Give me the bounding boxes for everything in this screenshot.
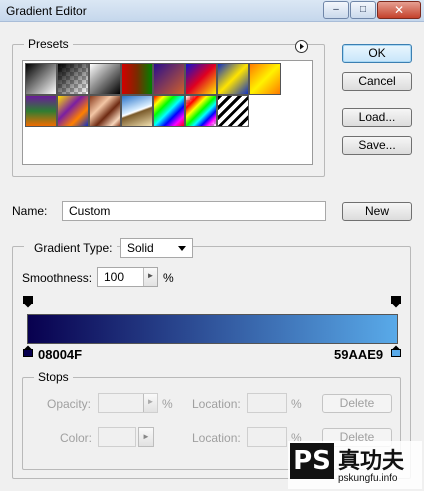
opacity-stop-right[interactable] [391,296,401,308]
chevron-down-icon [178,246,186,251]
watermark: PS 真功夫 pskungfu.info [288,441,422,489]
name-input[interactable]: Custom [62,201,326,221]
play-right-icon: ► [142,432,150,441]
ok-button[interactable]: OK [342,44,412,63]
preset-swatch-black-transparent[interactable] [57,63,89,95]
window-title: Gradient Editor [6,4,87,18]
preset-swatch-yellow-violet-orange-blue[interactable] [57,95,89,127]
maximize-icon: □ [359,4,367,15]
preset-swatch-violet-orange[interactable] [153,63,185,95]
preset-swatch-copper[interactable] [89,95,121,127]
minimize-icon: – [333,4,339,15]
location-label-color: Location: [192,431,241,445]
opacity-stop-left[interactable] [23,296,33,308]
close-icon: ✕ [393,3,405,17]
gradient-type-value: Solid [127,241,154,255]
preset-swatch-black-white[interactable] [25,63,57,95]
circle-arrow-right-icon [300,43,304,50]
watermark-logo-text: PS [293,446,331,476]
right-color-hex: 59AAE9 [334,347,384,362]
color-swatch-field[interactable] [98,427,136,447]
color-stop-left[interactable] [23,345,33,357]
preset-swatch-red-green[interactable] [121,63,153,95]
preset-swatch-white-black[interactable] [89,63,121,95]
left-color-hex: 08004F [38,347,83,362]
title-bar[interactable]: Gradient Editor – □ ✕ [0,0,424,22]
smoothness-value: 100 [104,270,125,284]
watermark-logo: PS [290,443,334,479]
close-button[interactable]: ✕ [377,1,421,19]
opacity-arrow-button[interactable]: ► [143,394,157,412]
name-label: Name: [12,204,48,218]
smoothness-arrow-button[interactable]: ► [143,268,157,286]
smoothness-label: Smoothness: [22,271,93,285]
color-label: Color: [60,431,93,445]
opacity-unit: % [162,397,173,411]
smoothness-field[interactable]: 100 ► [97,267,158,287]
load-button[interactable]: Load... [342,108,412,127]
opacity-field[interactable]: ► [98,393,158,413]
preset-swatch-violet-green-orange[interactable] [25,95,57,127]
save-button[interactable]: Save... [342,136,412,155]
location-field-opacity[interactable] [247,393,287,413]
presets-swatch-area[interactable] [22,60,313,165]
delete-opacity-stop-button[interactable]: Delete [322,394,392,413]
preset-swatch-transparent-stripes[interactable] [217,95,249,127]
watermark-url: pskungfu.info [338,473,398,484]
gradient-preview-bar[interactable] [27,314,398,344]
location-field-color[interactable] [247,427,287,447]
cancel-button[interactable]: Cancel [342,72,412,91]
preset-swatch-orange-yellow-orange[interactable] [249,63,281,95]
preset-swatch-chrome[interactable] [121,95,153,127]
preset-swatch-blue-yellow-blue[interactable] [217,63,249,95]
location-unit-opacity: % [291,397,302,411]
gradient-type-label: Gradient Type: [24,241,117,255]
play-right-icon: ► [146,271,155,280]
smoothness-unit: % [163,271,174,285]
location-label-opacity: Location: [192,397,241,411]
watermark-chinese: 真功夫 [338,449,405,474]
preset-swatch-spectrum[interactable] [153,95,185,127]
minimize-button[interactable]: – [323,1,349,19]
color-arrow-button[interactable]: ► [138,427,154,447]
play-right-icon: ► [146,397,155,406]
presets-menu-button[interactable] [295,40,308,53]
preset-swatch-blue-red-yellow[interactable] [185,63,217,95]
maximize-button[interactable]: □ [350,1,376,19]
stops-label: Stops [34,370,73,384]
color-stop-right[interactable] [391,345,401,357]
preset-swatch-transparent-rainbow[interactable] [185,95,217,127]
new-button[interactable]: New [342,202,412,221]
presets-label: Presets [24,37,73,51]
opacity-label: Opacity: [47,397,92,411]
gradient-type-select[interactable]: Solid [120,238,193,258]
